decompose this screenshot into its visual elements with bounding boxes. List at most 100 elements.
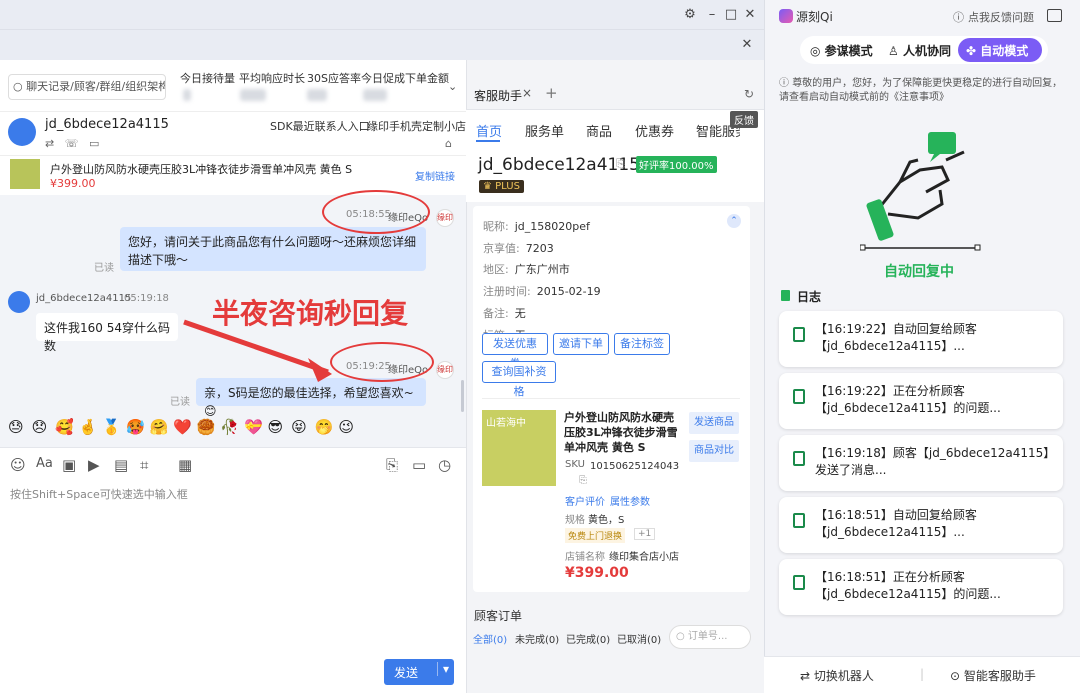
tab-coupon[interactable]: 优惠券 [635, 121, 674, 140]
more-tags[interactable]: +1 [634, 528, 656, 540]
mode-advisor[interactable]: ◎ 参谋模式 [810, 42, 873, 59]
search-input[interactable]: ○ 聊天记录/顾客/群组/组织架构 [8, 74, 166, 100]
smart-assistant-button[interactable]: ⊙ 智能客服助手 [950, 667, 1036, 684]
close-icon[interactable]: ✕ [741, 6, 759, 24]
search-icon: ○ [13, 80, 23, 93]
log-text: 【16:19:22】自动回复给顾客【jd_6bdece12a4115】... [815, 322, 977, 353]
feedback-link[interactable]: 点我反馈问题 [968, 9, 1034, 25]
emoji-item[interactable]: 😓 [8, 418, 32, 436]
customer-fields: 昵称: jd_158020pef 京享值: 7203 地区: 广东广州市 注册时间: 2015… [483, 216, 601, 346]
emoji-item[interactable]: 🥇 [102, 418, 126, 436]
log-text: 【16:19:18】顾客【jd_6bdece12a4115】发送了消息... [815, 446, 1050, 477]
emoji-item[interactable]: 🥰 [55, 418, 79, 436]
emoji-item[interactable]: ❤️ [173, 418, 197, 436]
emoji-item[interactable]: 😝 [291, 418, 315, 436]
log-entry[interactable]: 【16:19:18】顾客【jd_6bdece12a4115】发送了消息... [779, 435, 1063, 491]
message-template-icon[interactable]: ▭ [412, 456, 426, 474]
send-coupon-button[interactable]: 发送优惠券 [482, 333, 548, 370]
folder-icon[interactable]: ▤ [114, 456, 128, 474]
footer-divider: | [920, 667, 925, 681]
image-icon[interactable]: ▣ [62, 456, 76, 474]
message-time: 05:19:18 [124, 293, 169, 304]
tab-product[interactable]: 商品 [586, 121, 612, 140]
refresh-icon[interactable]: ↻ [744, 87, 754, 101]
crop-icon[interactable]: ⌗ [140, 456, 148, 474]
log-entry[interactable]: 【16:18:51】正在分析顾客【jd_6bdece12a4115】的问题... [779, 559, 1063, 615]
customer-field: 昵称: jd_158020pef [483, 216, 601, 238]
log-entry[interactable]: 【16:18:51】自动回复给顾客【jd_6bdece12a4115】... [779, 497, 1063, 553]
field-value: 2015-02-19 [536, 285, 601, 299]
log-entry[interactable]: 【16:19:22】正在分析顾客【jd_6bdece12a4115】的问题... [779, 373, 1063, 429]
calculator-icon[interactable]: ▦ [178, 456, 192, 474]
settings-icon[interactable]: ⚙ [681, 6, 699, 24]
switch-robot-button[interactable]: ⇄ 切换机器人 [800, 667, 874, 684]
invite-order-button[interactable]: 邀请下单 [553, 333, 609, 355]
history-icon[interactable]: ◷ [438, 456, 451, 474]
product-price: ¥399.00 [565, 565, 629, 581]
emoji-item[interactable]: 🥵 [126, 418, 150, 436]
product-image-label: 山若海中 [486, 418, 526, 429]
add-tab-icon[interactable]: + [545, 84, 558, 102]
message-input[interactable]: 按住Shift+Space可快速选中输入框 [10, 486, 188, 502]
feedback-button[interactable]: 反馈 [730, 111, 758, 128]
order-filter[interactable]: 全部(0) [473, 631, 507, 646]
note-tag-button[interactable]: 备注标签 [614, 333, 670, 355]
close-tab-icon[interactable]: × [522, 86, 532, 100]
chat-action-icons[interactable]: ⇄ ☏ ▭ [45, 137, 99, 150]
log-entry[interactable]: 【16:19:22】自动回复给顾客【jd_6bdece12a4115】... [779, 311, 1063, 367]
orders-title: 顾客订单 [474, 609, 523, 623]
notice-content: 尊敬的用户，您好，为了保障能更快更稳定的进行自动回复，请查看启动自动模式前的《注… [779, 78, 1063, 103]
copy-link[interactable]: 复制链接 [415, 168, 455, 183]
sidebar-toggle-icon[interactable] [1047, 9, 1062, 22]
scrollbar[interactable] [461, 380, 464, 412]
params-link[interactable]: 属性参数 [610, 493, 650, 508]
emoji-item[interactable]: 😞 [32, 418, 56, 436]
copy-sku-icon[interactable]: ⎘ [579, 475, 587, 486]
font-icon[interactable]: Aa [36, 456, 53, 471]
chevron-down-icon[interactable]: ⌄ [448, 80, 457, 93]
emoji-item[interactable]: 🤭 [315, 418, 339, 436]
send-product-button[interactable]: 发送商品 [689, 412, 739, 434]
order-filter[interactable]: 已完成(0) [566, 631, 610, 646]
maximize-icon[interactable]: □ [722, 6, 740, 24]
tab-service[interactable]: 服务单 [525, 121, 564, 140]
order-filter[interactable]: 未完成(0) [515, 631, 559, 646]
sku-label: SKU [565, 459, 585, 470]
review-link[interactable]: 客户评价 [565, 493, 605, 508]
avatar [8, 118, 36, 146]
send-options-icon[interactable]: ▾ [437, 662, 449, 676]
sdk-link[interactable]: SDK最近联系人入口 [270, 118, 370, 134]
order-filter[interactable]: 已取消(0) [617, 631, 661, 646]
emoji-item[interactable]: 🤞 [79, 418, 103, 436]
emoji-item[interactable]: 🥮 [197, 418, 221, 436]
compare-product-button[interactable]: 商品对比 [689, 440, 739, 462]
order-search[interactable]: ○ 订单号... [669, 625, 751, 649]
mode-collab[interactable]: ♙ 人机协同 [888, 42, 951, 59]
logo-icon [779, 9, 793, 23]
help-icon[interactable]: ⓘ [953, 9, 964, 25]
emoji-icon[interactable]: ☺ [10, 456, 26, 474]
spec-value: 黄色，S [588, 515, 625, 526]
mode-label: 参谋模式 [824, 44, 873, 58]
minimize-icon[interactable]: – [703, 6, 721, 24]
emoji-item[interactable]: 💝 [244, 418, 268, 436]
tab-home[interactable]: 首页 [476, 121, 502, 140]
collapse-icon[interactable]: ⌃ [727, 214, 741, 228]
video-icon[interactable]: ▶ [88, 456, 100, 474]
emoji-item[interactable]: 😎 [268, 418, 292, 436]
emoji-item[interactable]: 🥀 [220, 418, 244, 436]
close-panel-icon[interactable]: ✕ [738, 36, 756, 54]
delete-icon[interactable]: ⌂ [445, 137, 452, 150]
field-label: 备注: [483, 306, 509, 320]
emoji-item[interactable]: 😉 [338, 418, 362, 436]
assistant-tab[interactable]: 客服助手 [474, 87, 522, 104]
copy-icon[interactable]: ⎘ [616, 157, 625, 171]
emoji-item[interactable]: 🤗 [150, 418, 174, 436]
notice-text: ⓘ 尊敬的用户，您好，为了保障能更快更稳定的进行自动回复，请查看启动自动模式前的… [779, 77, 1065, 105]
search-placeholder: 聊天记录/顾客/群组/组织架构 [26, 80, 166, 93]
customer-name[interactable]: jd_6bdece12a4115 [45, 117, 169, 132]
subsidy-check-button[interactable]: 查询国补资格 [482, 361, 556, 398]
shop-label: 店铺名称 [565, 552, 605, 563]
read-status: 已读 [94, 263, 114, 274]
order-icon[interactable]: ⎘ [386, 456, 398, 474]
